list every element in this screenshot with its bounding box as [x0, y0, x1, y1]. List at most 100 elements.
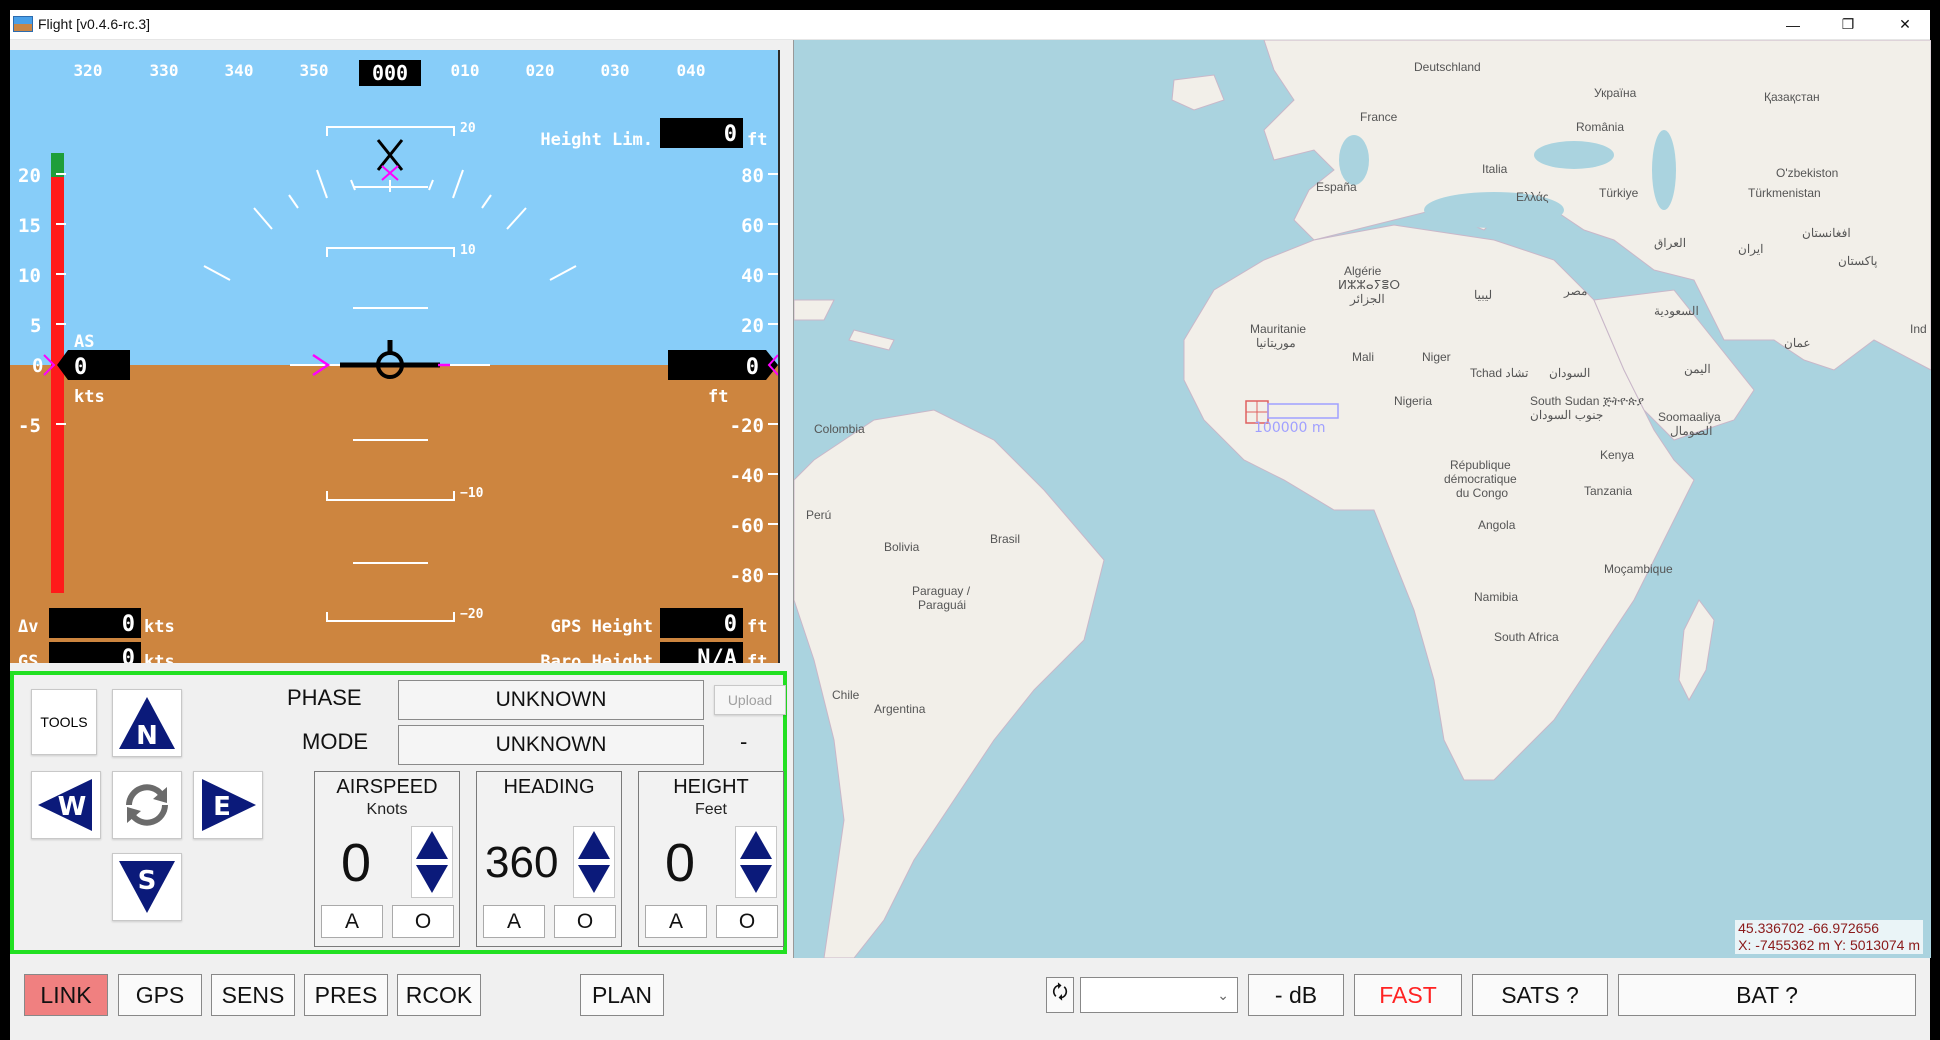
phase-value: UNKNOWN	[398, 680, 704, 720]
map-label: ایران	[1738, 242, 1764, 256]
height-setpoint-unit: Feet	[694, 801, 727, 818]
map-label: ⵍⵣⵣⴰⵢⴻⵔ	[1338, 278, 1401, 292]
cursor-coordinates: 45.336702 -66.972656 X: -7455362 m Y: 50…	[1735, 920, 1923, 954]
height-stepper[interactable]	[735, 826, 777, 898]
height-auto-button[interactable]: A	[645, 905, 707, 938]
gps-height-value: 0	[724, 612, 737, 637]
heading-tick-label: 320	[74, 61, 103, 80]
heading-tick-label: 330	[150, 61, 179, 80]
heading-auto-button[interactable]: A	[483, 905, 545, 938]
battery-button[interactable]: BAT ?	[1618, 974, 1916, 1016]
map-label: Türkmenistan	[1748, 186, 1821, 200]
fast-mode-button[interactable]: FAST	[1354, 974, 1462, 1016]
minimize-button[interactable]: —	[1770, 10, 1816, 39]
gs-label: GS	[18, 652, 38, 663]
refresh-ports-button[interactable]: 🗘	[1046, 977, 1074, 1013]
window-title: Flight [v0.4.6-rc.3]	[38, 16, 151, 32]
north-button[interactable]: N	[112, 689, 182, 757]
height-setpoint-group: HEIGHT Feet 0 A O	[638, 771, 784, 947]
height-limit-label: Height Lim.	[540, 130, 653, 150]
airspeed-override-button[interactable]: O	[392, 905, 454, 938]
link-status-button[interactable]: LINK	[24, 974, 108, 1016]
altitude-scale-label: 60	[741, 215, 764, 237]
map-label: România	[1576, 120, 1625, 134]
altitude-readout-box	[668, 350, 778, 380]
decrease-arrow-icon[interactable]	[578, 865, 610, 893]
airspeed-red-band	[51, 177, 64, 593]
close-button[interactable]: ✕	[1882, 10, 1928, 39]
map-label: Brasil	[990, 532, 1021, 546]
altitude-scale-label: -20	[730, 415, 764, 437]
sens-status-button[interactable]: SENS	[211, 974, 295, 1016]
map-label: Mauritanie	[1250, 322, 1307, 336]
heading-tick-label: 030	[601, 61, 630, 80]
app-icon	[13, 16, 33, 32]
bay-of-biscay	[1339, 135, 1369, 185]
up-down-arrows-icon	[740, 831, 772, 893]
airspeed-scale-label: 15	[18, 215, 41, 237]
map-view[interactable]: 100000 m Deutschland Україна Қазақстан F…	[793, 40, 1931, 958]
map-label: Қазақстан	[1764, 90, 1820, 104]
altitude-scale-label: -60	[730, 515, 764, 537]
height-limit-value: 0	[724, 122, 737, 147]
refresh-icon: 🗘	[1051, 982, 1069, 1002]
sky	[10, 50, 778, 365]
airspeed-readout-box	[57, 350, 130, 380]
coords-xy: X: -7455362 m Y: 5013074 m	[1738, 937, 1920, 953]
map-label: Colombia	[814, 422, 865, 436]
map-label: جنوب السودان	[1530, 408, 1604, 422]
dv-label: Δv	[18, 617, 38, 637]
map-label: السودان	[1549, 366, 1591, 380]
airspeed-auto-button[interactable]: A	[321, 905, 383, 938]
scale-label: 100000 m	[1254, 420, 1326, 436]
increase-arrow-icon[interactable]	[740, 831, 772, 859]
mode-extra: -	[740, 729, 748, 754]
height-override-button[interactable]: O	[716, 905, 778, 938]
west-button[interactable]: W	[31, 771, 101, 839]
signal-db-button[interactable]: - dB	[1248, 974, 1344, 1016]
map-land: 100000 m	[794, 40, 1931, 958]
airspeed-stepper[interactable]	[411, 826, 453, 898]
caspian-sea	[1652, 130, 1676, 210]
map-label: South Sudan ጅትዮጵያ	[1530, 394, 1644, 408]
black-sea	[1534, 141, 1614, 169]
gps-status-button[interactable]: GPS	[118, 974, 202, 1016]
port-select[interactable]: ⌄	[1080, 977, 1238, 1013]
north-arrow-icon: N	[119, 697, 175, 751]
heading-override-button[interactable]: O	[554, 905, 616, 938]
coords-latlon: 45.336702 -66.972656	[1738, 920, 1880, 936]
south-arrow-icon: S	[119, 861, 175, 913]
map-label: Soomaaliya	[1658, 410, 1721, 424]
tools-button[interactable]: TOOLS	[31, 689, 97, 755]
increase-arrow-icon[interactable]	[578, 831, 610, 859]
rcok-status-button[interactable]: RCOK	[397, 974, 481, 1016]
gps-height-unit: ft	[747, 617, 767, 637]
phase-label: PHASE	[287, 685, 362, 710]
increase-arrow-icon[interactable]	[416, 831, 448, 859]
center-reset-button[interactable]	[112, 771, 182, 839]
airspeed-scale-label: 20	[18, 165, 41, 187]
heading-stepper[interactable]	[573, 826, 615, 898]
map-label: Nigeria	[1394, 394, 1433, 408]
pitch-label: −10	[460, 486, 484, 501]
upload-button[interactable]: Upload	[714, 685, 786, 715]
baro-height-label: Baro Height	[540, 652, 653, 663]
decrease-arrow-icon[interactable]	[740, 865, 772, 893]
plan-button[interactable]: PLAN	[580, 974, 664, 1016]
airspeed-setpoint-unit: Knots	[366, 801, 408, 818]
east-button[interactable]: E	[193, 771, 263, 839]
sats-button[interactable]: SATS ?	[1472, 974, 1608, 1016]
map-label: پاکستان	[1838, 254, 1878, 268]
altitude-scale-label: 80	[741, 165, 764, 187]
map-label: العراق	[1654, 236, 1687, 250]
map-label: démocratique	[1444, 472, 1517, 486]
decrease-arrow-icon[interactable]	[416, 865, 448, 893]
south-label: S	[138, 866, 157, 896]
altitude-scale-label: 40	[741, 265, 764, 287]
heading-tick-label: 040	[677, 61, 706, 80]
south-button[interactable]: S	[112, 853, 182, 921]
pres-status-button[interactable]: PRES	[304, 974, 388, 1016]
map-label: South Africa	[1494, 630, 1559, 644]
map-label: Ind	[1910, 322, 1927, 336]
maximize-button[interactable]: ❐	[1825, 10, 1871, 39]
